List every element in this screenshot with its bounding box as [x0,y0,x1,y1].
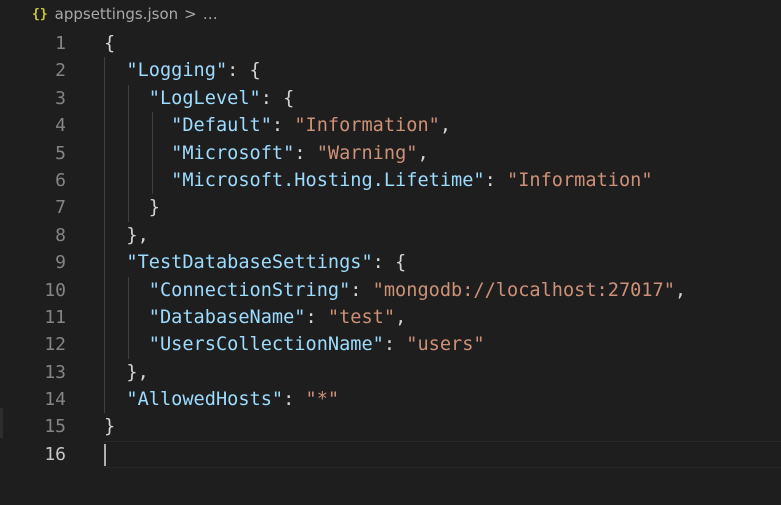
text-cursor [104,443,106,466]
json-punctuation: : [305,306,328,328]
json-string: "Information" [507,169,653,191]
line-text: "AllowedHosts": "*" [104,386,339,413]
json-punctuation: } [104,416,116,438]
line-number: 11 [44,306,66,328]
json-punctuation: , [417,142,429,164]
json-key: "DatabaseName" [148,306,306,328]
json-punctuation: , [439,115,452,137]
json-punctuation: : [350,279,373,301]
json-punctuation: } [148,197,160,219]
line-number: 1 [55,33,66,54]
json-punctuation: : [383,334,407,356]
line-text: { [104,30,115,57]
code-line[interactable]: 6 "Microsoft.Hosting.Lifetime": "Informa… [0,166,781,195]
line-number: 4 [55,115,66,137]
code-line[interactable]: 15} [0,413,781,440]
line-number: 7 [55,197,66,219]
chevron-right-icon: > [184,5,197,23]
json-string: "Warning" [316,142,418,164]
code-line[interactable]: 10 "ConnectionString": "mongodb://localh… [0,276,781,304]
json-file-icon: {} [32,6,48,22]
json-string: "*" [305,389,340,411]
line-number: 5 [55,142,66,164]
breadcrumb-more[interactable]: … [203,5,218,23]
code-line[interactable]: 5 "Microsoft": "Warning", [0,139,781,167]
line-text: "Microsoft": "Warning", [104,140,429,167]
code-line[interactable]: 3 "LogLevel": { [0,84,781,113]
breadcrumb-file[interactable]: appsettings.json [55,5,179,23]
json-key: "TestDatabaseSettings" [126,252,373,274]
json-punctuation: , [674,279,687,301]
line-number: 14 [44,389,66,411]
json-punctuation: }, [126,361,149,383]
code-line[interactable]: 8 }, [0,221,781,250]
code-editor[interactable]: {} appsettings.json > … 1{2 "Logging": {… [0,0,781,505]
line-text: "ConnectionString": "mongodb://localhost… [104,277,686,304]
json-key: "ConnectionString" [148,279,351,301]
json-punctuation: : [271,115,295,137]
json-key: "Logging" [126,60,228,82]
line-text: "Logging": { [104,57,261,84]
json-string: "users" [406,334,485,356]
line-number: 6 [55,169,66,191]
line-text: "UsersCollectionName": "users" [104,331,485,358]
json-punctuation: : { [260,87,295,109]
line-number: 16 [44,443,66,465]
json-string: "Information" [294,115,440,137]
line-number: 13 [44,361,66,383]
json-punctuation: : { [372,252,407,274]
code-line[interactable]: 7 } [0,194,781,222]
line-number: 9 [55,252,66,274]
code-line[interactable]: 1{ [0,30,781,57]
json-punctuation: , [395,306,407,328]
line-text: "TestDatabaseSettings": { [104,249,406,276]
line-text: "DatabaseName": "test", [104,304,407,331]
code-line[interactable]: 2 "Logging": { [0,57,781,85]
json-key: "Microsoft" [171,142,295,164]
json-punctuation: : { [227,60,261,82]
line-number: 2 [55,60,66,82]
code-line[interactable]: 16 [0,440,781,468]
json-punctuation: : [283,389,306,411]
json-string: "mongodb://localhost:27017" [372,279,675,301]
json-key: "Microsoft.Hosting.Lifetime" [171,169,485,191]
code-line[interactable]: 9 "TestDatabaseSettings": { [0,249,781,277]
line-number: 10 [44,279,66,301]
json-punctuation: }, [126,224,149,246]
json-punctuation: : [484,169,508,191]
line-number: 12 [44,334,66,356]
line-number: 8 [55,224,66,246]
code-line[interactable]: 4 "Default": "Information", [0,112,781,140]
json-punctuation: { [104,33,116,54]
line-text: }, [104,359,149,386]
line-text: } [104,194,160,221]
line-text: "Microsoft.Hosting.Lifetime": "Informati… [104,167,653,194]
json-key: "Default" [171,115,272,137]
line-text: "Default": "Information", [104,112,451,139]
line-text: "LogLevel": { [104,85,295,112]
code-line[interactable]: 11 "DatabaseName": "test", [0,303,781,332]
current-line-highlight [104,440,781,468]
code-line[interactable]: 14 "AllowedHosts": "*" [0,386,781,414]
line-text: } [104,413,115,440]
json-key: "LogLevel" [148,87,261,109]
code-line[interactable]: 12 "UsersCollectionName": "users" [0,331,781,359]
json-string: "test" [327,306,396,328]
code-area[interactable]: 1{2 "Logging": {3 "LogLevel": {4 "Defaul… [0,30,781,468]
json-key: "AllowedHosts" [126,389,284,411]
code-line[interactable]: 13 }, [0,358,781,387]
line-number: 3 [55,87,66,109]
breadcrumb: {} appsettings.json > … [0,0,781,28]
json-punctuation: : [294,142,317,164]
json-key: "UsersCollectionName" [148,334,384,356]
line-text: }, [104,222,149,249]
line-number: 15 [44,416,66,438]
